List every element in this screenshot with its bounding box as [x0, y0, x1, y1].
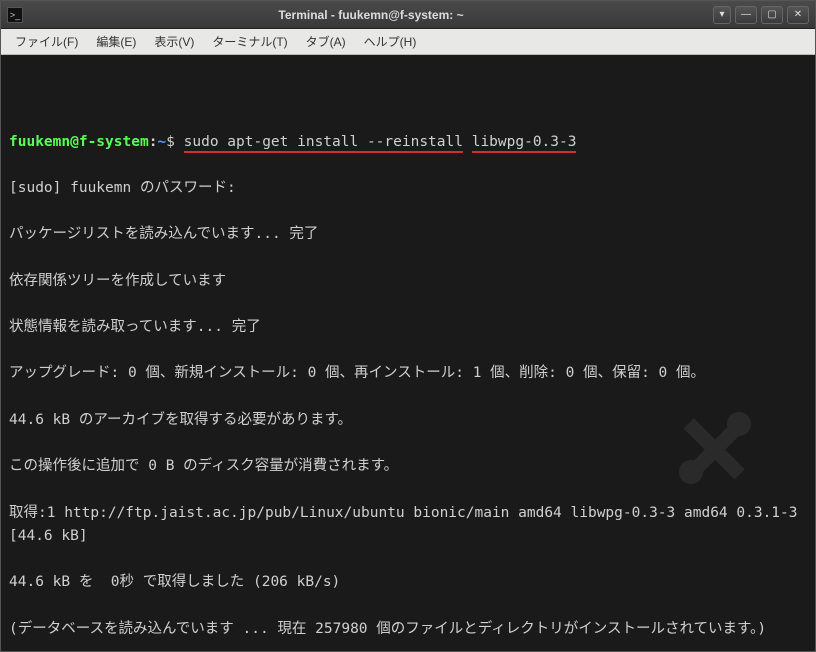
output-line: パッケージリストを読み込んでいます... 完了 — [9, 223, 807, 246]
output-line: 依存関係ツリーを作成しています — [9, 270, 807, 293]
output-line: 44.6 kB を 0秒 で取得しました (206 kB/s) — [9, 571, 807, 594]
output-line: 44.6 kB のアーカイブを取得する必要があります。 — [9, 409, 807, 432]
menu-edit[interactable]: 編集(E) — [88, 31, 144, 52]
menu-help[interactable]: ヘルプ(H) — [356, 31, 425, 52]
minimize-button[interactable]: — — [735, 6, 757, 24]
prompt-user: fuukemn@f-system — [9, 134, 149, 150]
terminal-window: >_ Terminal - fuukemn@f-system: ~ ▾ — ▢ … — [0, 0, 816, 652]
prompt-symbol: $ — [166, 134, 175, 150]
output-line: アップグレード: 0 個、新規インストール: 0 個、再インストール: 1 個、… — [9, 362, 807, 385]
menu-file[interactable]: ファイル(F) — [7, 31, 86, 52]
menu-terminal[interactable]: ターミナル(T) — [204, 31, 295, 52]
menu-view[interactable]: 表示(V) — [146, 31, 202, 52]
menu-tabs[interactable]: タブ(A) — [298, 31, 354, 52]
prompt-line-1: fuukemn@f-system:~$ sudo apt-get install… — [9, 131, 807, 154]
menubar: ファイル(F) 編集(E) 表示(V) ターミナル(T) タブ(A) ヘルプ(H… — [1, 29, 815, 55]
window-title: Terminal - fuukemn@f-system: ~ — [29, 8, 713, 22]
output-line: 状態情報を読み取っています... 完了 — [9, 316, 807, 339]
maximize-button[interactable]: ▢ — [761, 6, 783, 24]
prompt-path: ~ — [157, 134, 166, 150]
output-line: [sudo] fuukemn のパスワード: — [9, 177, 807, 200]
terminal-body[interactable]: fuukemn@f-system:~$ sudo apt-get install… — [1, 55, 815, 651]
dropdown-button[interactable]: ▾ — [713, 6, 731, 24]
output-line: 取得:1 http://ftp.jaist.ac.jp/pub/Linux/ub… — [9, 502, 807, 548]
titlebar: >_ Terminal - fuukemn@f-system: ~ ▾ — ▢ … — [1, 1, 815, 29]
output-line: この操作後に追加で 0 B のディスク容量が消費されます。 — [9, 455, 807, 478]
command-1b: libwpg-0.3-3 — [472, 134, 577, 153]
close-button[interactable]: ✕ — [787, 6, 809, 24]
terminal-icon: >_ — [7, 7, 23, 23]
output-line: (データベースを読み込んでいます ... 現在 257980 個のファイルとディ… — [9, 618, 807, 641]
window-controls: ▾ — ▢ ✕ — [713, 6, 809, 24]
command-1a: sudo apt-get install --reinstall — [184, 134, 463, 153]
